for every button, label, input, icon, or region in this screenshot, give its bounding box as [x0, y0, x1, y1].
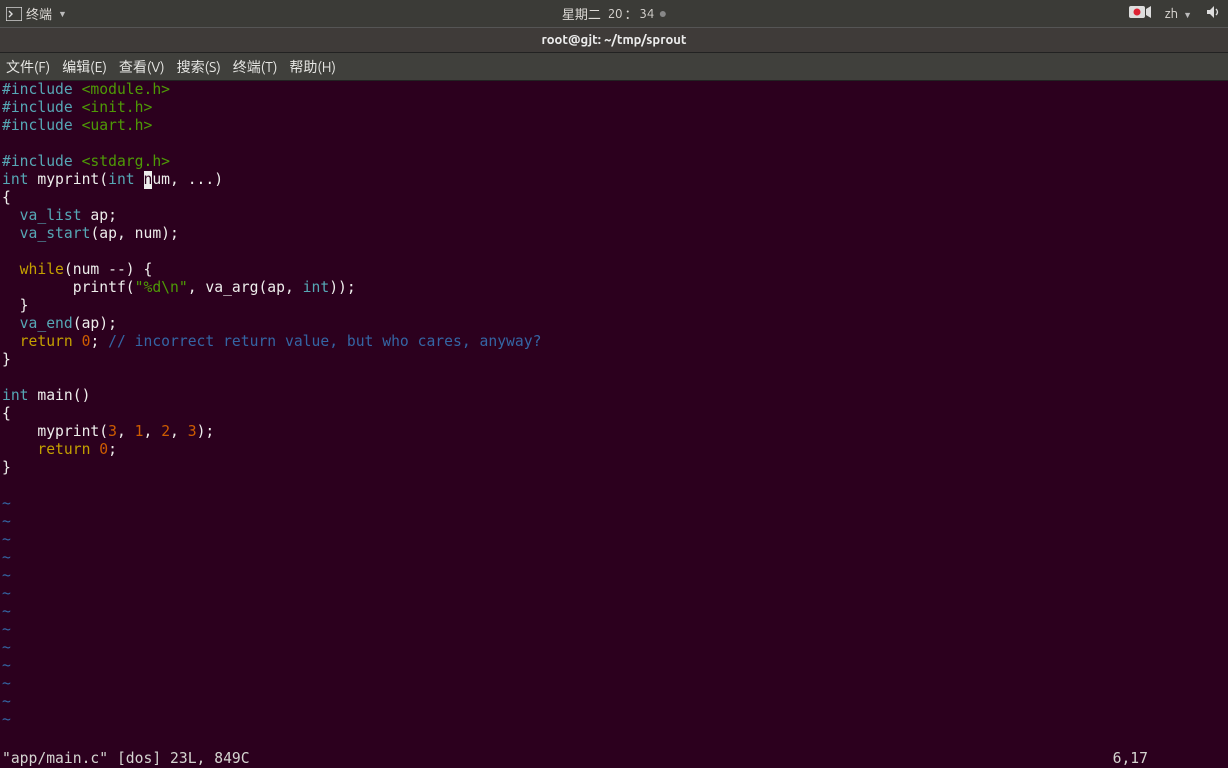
vim-tilde: ~: [2, 675, 11, 692]
code-token: #include: [2, 153, 73, 170]
status-cursor-pos: 6,17: [1113, 750, 1228, 767]
code-token: myprint(: [2, 423, 108, 440]
code-token: {: [2, 189, 11, 206]
vim-statusbar: "app/main.c" [dos] 23L, 849C 6,17: [0, 748, 1228, 768]
menu-search[interactable]: 搜索(S): [177, 57, 221, 77]
clock-dot-icon: [660, 11, 666, 17]
code-token: ));: [329, 279, 356, 296]
code-token: #include: [2, 117, 73, 134]
vim-tilde: ~: [2, 657, 11, 674]
code-token: main(): [29, 387, 91, 404]
code-token: return: [2, 333, 73, 350]
vim-tilde: ~: [2, 495, 11, 512]
code-token: {: [2, 405, 11, 422]
code-token: <module.h>: [73, 81, 170, 98]
status-file-info: "app/main.c" [dos] 23L, 849C: [2, 750, 250, 767]
code-token: ;: [90, 333, 99, 350]
code-token: int: [108, 171, 135, 188]
menu-terminal[interactable]: 终端(T): [233, 57, 278, 77]
terminal-icon: [6, 7, 22, 21]
code-token: ,: [144, 423, 162, 440]
code-token: while: [2, 261, 64, 278]
clock-hour: 20: [608, 7, 623, 21]
ime-arrow-icon: ▼: [1183, 10, 1192, 20]
vim-tilde: ~: [2, 531, 11, 548]
code-token: va_start: [2, 225, 90, 242]
vim-tilde: ~: [2, 549, 11, 566]
code-token: [90, 441, 99, 458]
screen-record-icon[interactable]: [1129, 5, 1151, 22]
app-menu-arrow-icon[interactable]: ▼: [58, 9, 67, 19]
ime-indicator[interactable]: zh ▼: [1165, 7, 1192, 21]
code-token: [73, 333, 82, 350]
menu-file[interactable]: 文件(F): [6, 57, 50, 77]
window-titlebar[interactable]: root@gjt: ~/tmp/sprout: [0, 27, 1228, 53]
weekday: 星期二: [562, 4, 601, 23]
code-token: "%d\n": [135, 279, 188, 296]
code-token: 3: [188, 423, 197, 440]
menubar: 文件(F) 编辑(E) 查看(V) 搜索(S) 终端(T) 帮助(H): [0, 53, 1228, 81]
code-token: (ap);: [73, 315, 117, 332]
window-title: root@gjt: ~/tmp/sprout: [541, 33, 686, 47]
vim-tilde: ~: [2, 621, 11, 638]
code-comment: // incorrect return value, but who cares…: [99, 333, 541, 350]
code-token: printf(: [2, 279, 135, 296]
vim-tilde: ~: [2, 513, 11, 530]
vim-tilde: ~: [2, 639, 11, 656]
code-token: (ap, num);: [90, 225, 178, 242]
clock[interactable]: 星期二 20 ： 34: [562, 4, 666, 23]
code-token: int: [303, 279, 330, 296]
code-token: um, ...): [152, 171, 223, 188]
code-token: 1: [135, 423, 144, 440]
code-token: , va_arg(ap,: [188, 279, 303, 296]
code-token: ,: [170, 423, 188, 440]
code-token: 3: [108, 423, 117, 440]
code-token: int: [2, 171, 29, 188]
code-token: 2: [161, 423, 170, 440]
clock-colon: ：: [624, 4, 637, 23]
clock-min: 34: [640, 7, 655, 21]
code-token: #include: [2, 81, 73, 98]
code-token: (num --) {: [64, 261, 152, 278]
code-token: 0: [99, 441, 108, 458]
code-token: return: [2, 441, 90, 458]
vim-tilde: ~: [2, 603, 11, 620]
code-token: int: [2, 387, 29, 404]
code-token: }: [2, 459, 11, 476]
code-token: [135, 171, 144, 188]
menu-edit[interactable]: 编辑(E): [62, 57, 107, 77]
code-token: myprint(: [29, 171, 109, 188]
code-token: va_list: [2, 207, 82, 224]
code-token: va_end: [2, 315, 73, 332]
menu-view[interactable]: 查看(V): [119, 57, 165, 77]
volume-icon[interactable]: [1206, 5, 1220, 22]
code-token: }: [2, 351, 11, 368]
vim-tilde: ~: [2, 567, 11, 584]
code-token: <init.h>: [73, 99, 153, 116]
code-token: ap;: [82, 207, 117, 224]
vim-tilde: ~: [2, 585, 11, 602]
app-label[interactable]: 终端: [26, 4, 52, 23]
menu-help[interactable]: 帮助(H): [289, 57, 336, 77]
code-token: #include: [2, 99, 73, 116]
code-token: ,: [117, 423, 135, 440]
code-token: }: [2, 297, 29, 314]
code-token: <stdarg.h>: [73, 153, 170, 170]
editor-viewport[interactable]: #include <module.h> #include <init.h> #i…: [0, 81, 1228, 748]
code-token: );: [197, 423, 215, 440]
system-topbar: 终端 ▼ 星期二 20 ： 34 zh ▼: [0, 0, 1228, 27]
code-token: ;: [108, 441, 117, 458]
vim-tilde: ~: [2, 693, 11, 710]
vim-tilde: ~: [2, 711, 11, 728]
code-token: <uart.h>: [73, 117, 153, 134]
